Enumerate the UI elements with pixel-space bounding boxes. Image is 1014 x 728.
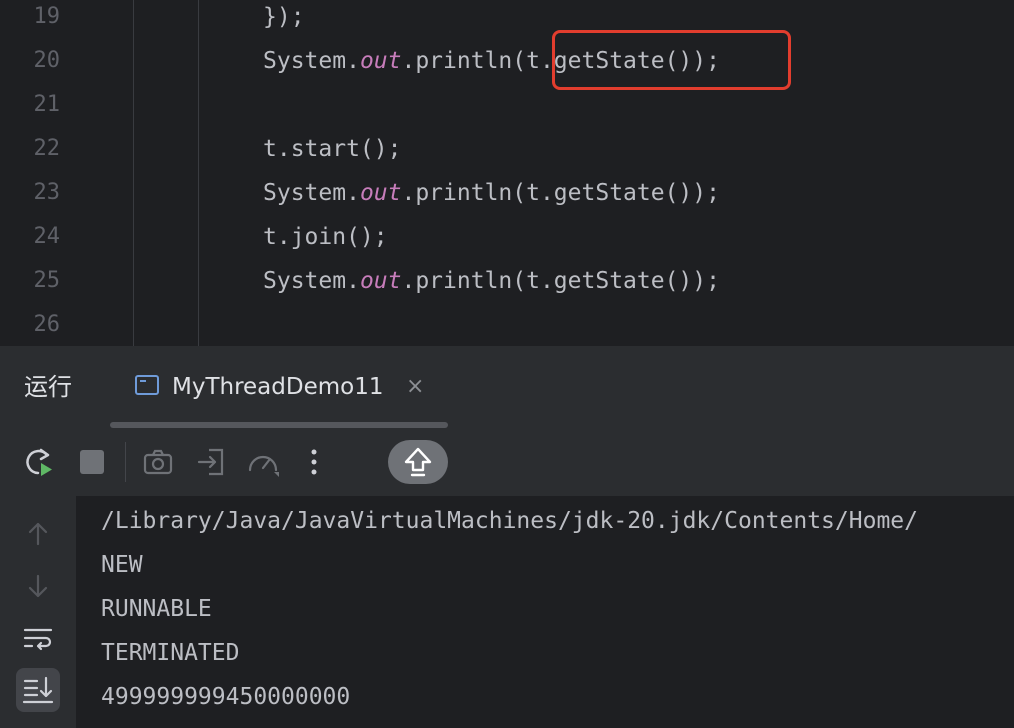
code-line[interactable]: System.out.println(t.getState());: [263, 171, 720, 215]
camera-icon: [143, 449, 173, 475]
gutter-line: 22: [0, 127, 72, 171]
rerun-button[interactable]: [18, 442, 58, 482]
console-icon: [135, 375, 159, 395]
console-sidebar: [0, 496, 76, 728]
previous-occurrence-button[interactable]: [18, 514, 58, 554]
console-line: /Library/Java/JavaVirtualMachines/jdk-20…: [101, 508, 918, 534]
code-line[interactable]: System.out.println(t.getState());: [263, 259, 720, 303]
code-line[interactable]: t.start();: [263, 127, 401, 171]
run-panel-header: 运行 MyThreadDemo11 ×: [0, 346, 1014, 429]
exit-button[interactable]: [191, 442, 231, 482]
line-number: 26: [33, 312, 61, 337]
more-options-button[interactable]: [294, 442, 334, 482]
code-editor[interactable]: 19 20 21 22 23 24 25 26 }); System.out.p…: [0, 0, 1014, 346]
toolbar-separator: [125, 442, 126, 482]
tab-label: MyThreadDemo11: [172, 374, 384, 400]
code-token: System.: [263, 48, 360, 74]
code-token: .println(t.getState());: [401, 180, 720, 206]
console-line: 499999999450000000: [101, 684, 351, 710]
dump-threads-button[interactable]: [138, 442, 178, 482]
line-number: 21: [33, 92, 61, 117]
code-token: t.start();: [263, 136, 402, 162]
speedometer-icon: [248, 455, 279, 477]
annotation-highlight-box: [552, 30, 791, 90]
indent-guide: [198, 0, 199, 346]
gutter-line: 23: [0, 171, 72, 215]
console-output[interactable]: /Library/Java/JavaVirtualMachines/jdk-20…: [76, 496, 1014, 728]
line-number: 24: [33, 224, 61, 249]
stop-icon: [80, 450, 104, 474]
code-token: System.: [263, 268, 360, 294]
close-icon[interactable]: ×: [406, 346, 424, 428]
line-number: 22: [33, 136, 61, 161]
line-number: 20: [33, 48, 61, 73]
gutter-line: 20: [0, 39, 72, 83]
gutter-line: 26: [0, 303, 72, 346]
code-line[interactable]: });: [263, 0, 305, 39]
scroll-up-icon: [404, 447, 432, 477]
tab-mythreaddemo11[interactable]: MyThreadDemo11 ×: [110, 346, 448, 428]
code-token: t.join();: [263, 224, 388, 250]
line-number: 19: [33, 4, 61, 29]
gutter-line: 25: [0, 259, 72, 303]
next-occurrence-button[interactable]: [18, 566, 58, 606]
gutter-line: 21: [0, 83, 72, 127]
code-token-static: out: [359, 180, 402, 206]
code-token: .println(t.getState());: [401, 268, 720, 294]
stop-button[interactable]: [72, 442, 112, 482]
line-number: 23: [33, 180, 61, 205]
scroll-to-end-button[interactable]: [16, 668, 60, 712]
code-token-static: out: [359, 48, 402, 74]
indent-guide: [133, 0, 134, 346]
line-number: 25: [33, 268, 61, 293]
ide-window: 19 20 21 22 23 24 25 26 }); System.out.p…: [0, 0, 1014, 728]
console-line: NEW: [101, 552, 143, 578]
gutter-line: 19: [0, 0, 72, 39]
more-vert-icon: [311, 449, 317, 475]
scroll-to-end-icon: [22, 676, 54, 704]
soft-wrap-button[interactable]: [18, 618, 58, 658]
arrow-up-icon: [28, 522, 48, 546]
soft-wrap-icon: [23, 628, 53, 651]
run-toolbar: [0, 428, 1014, 496]
arrow-down-icon: [28, 574, 48, 598]
code-token-static: out: [359, 268, 402, 294]
console-line: TERMINATED: [101, 640, 240, 666]
code-token: System.: [263, 180, 360, 206]
gutter-line: 24: [0, 215, 72, 259]
code-line[interactable]: t.join();: [263, 215, 388, 259]
login-icon: [197, 448, 224, 476]
run-panel-title: 运行: [24, 373, 72, 401]
rerun-icon: [26, 448, 52, 476]
code-token: });: [263, 4, 305, 30]
profiler-button[interactable]: [243, 442, 283, 482]
console-line: RUNNABLE: [101, 596, 212, 622]
scroll-up-button[interactable]: [388, 440, 448, 484]
